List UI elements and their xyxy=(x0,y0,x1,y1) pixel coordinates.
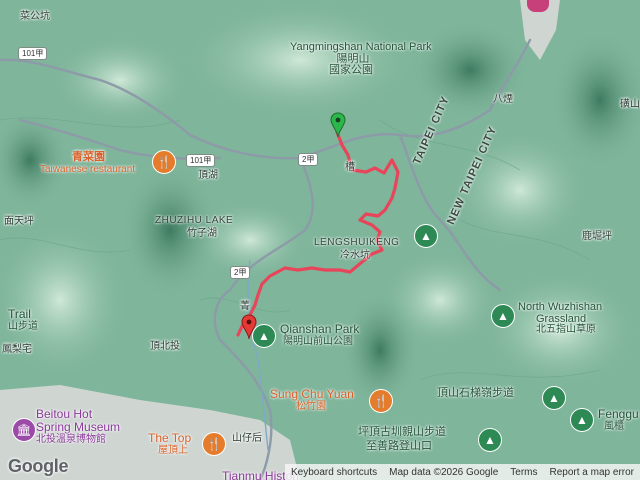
label-beitou-museum-en-2: Spring Museum xyxy=(36,420,121,434)
hiking-icon[interactable]: ▲ xyxy=(570,408,594,432)
label-pingding-trail-1[interactable]: 坪頂古圳親山步道 xyxy=(358,426,446,439)
terms-link[interactable]: Terms xyxy=(504,467,543,478)
label-cai: 菁 xyxy=(240,301,250,312)
google-logo[interactable]: Google xyxy=(8,456,69,477)
label-miantian: 面天坪 xyxy=(4,216,34,227)
label-fenglixin: 鳳梨宅 xyxy=(2,344,32,355)
label-dingshan-trail[interactable]: 頂山石梯嶺步道 xyxy=(437,387,514,400)
label-zhuzihu-en: ZHUZIHU LAKE xyxy=(155,215,234,226)
label-fenggu-zh: 風櫃 xyxy=(604,421,624,432)
label-sungchu-zh: 松竹園 xyxy=(296,401,326,412)
label-dingbeitou: 頂北投 xyxy=(150,341,180,352)
label-qianshan-park-zh: 陽明山前山公園 xyxy=(283,336,353,347)
attribution-bar: Keyboard shortcuts Map data ©2026 Google… xyxy=(284,464,640,480)
map-data-text: Map data ©2026 Google xyxy=(389,466,499,478)
ridge-shading xyxy=(50,35,190,125)
label-restaurant-zh[interactable]: 青菜園 xyxy=(72,151,105,164)
label-north-wuzhishan[interactable]: North Wuzhishan Grassland 北五指山草原 xyxy=(518,301,603,336)
hiking-icon[interactable]: ▲ xyxy=(491,304,515,328)
park-name-zh-2: 國家公園 xyxy=(329,64,373,77)
label-lengshuikeng-en: LENGSHUIKENG xyxy=(314,237,400,248)
label-cao: 槽 xyxy=(345,162,355,173)
map-canvas[interactable]: 菜公坑 101甲 101甲 2甲 2甲 Yangmingshan Nationa… xyxy=(0,0,640,480)
hiking-icon[interactable]: ▲ xyxy=(542,386,566,410)
label-beitou-museum-en-1[interactable]: Beitou Hot xyxy=(36,408,92,421)
start-flag-pin-icon[interactable] xyxy=(330,112,346,138)
label-top-left-village: 菜公坑 xyxy=(20,11,50,22)
road-shield-2a: 2甲 xyxy=(298,153,319,166)
label-lengshuikeng-zh: 冷水坑 xyxy=(340,250,370,261)
label-luku: 鹿堀坪 xyxy=(582,231,612,242)
road-shield-2a: 2甲 xyxy=(230,266,251,279)
label-trail-left-zh: 山步道 xyxy=(8,321,38,332)
label-shan-partial: 磺山 xyxy=(620,99,640,110)
museum-icon[interactable]: 🏛 xyxy=(12,418,36,442)
restaurant-icon[interactable]: 🍴 xyxy=(202,432,226,456)
label-zhuzihu-zh: 竹子湖 xyxy=(187,228,217,239)
label-shanzaihou: 山仔后 xyxy=(232,433,262,444)
hiking-icon[interactable]: ▲ xyxy=(478,428,502,452)
road-shield-101a: 101甲 xyxy=(18,47,48,60)
label-thetop-zh: 屋頂上 xyxy=(158,445,188,456)
label-restaurant-en: Taiwanese restaurant xyxy=(40,164,136,175)
label-thetop-en[interactable]: The Top xyxy=(148,432,191,445)
label-trail-left-en[interactable]: Trail xyxy=(8,308,31,321)
report-error-link[interactable]: Report a map error xyxy=(544,467,640,478)
restaurant-icon[interactable]: 🍴 xyxy=(369,389,393,413)
label-fenggu-en[interactable]: Fenggu xyxy=(598,408,639,421)
keyboard-shortcuts-link[interactable]: Keyboard shortcuts xyxy=(285,467,383,478)
hiking-icon[interactable]: ▲ xyxy=(414,224,438,248)
place-marker-badge[interactable] xyxy=(527,0,549,12)
restaurant-icon[interactable]: 🍴 xyxy=(152,150,176,174)
label-yangmingshan-park[interactable]: Yangmingshan National Park 陽明山 國家公園 xyxy=(290,41,432,77)
label-bayan: 八煙 xyxy=(493,94,513,105)
north-wuzhishan-zh: 北五指山草原 xyxy=(536,324,596,336)
label-beitou-museum-zh: 北投溫泉博物館 xyxy=(36,434,106,445)
label-dinghu: 頂湖 xyxy=(198,170,218,181)
road-shield-101a: 101甲 xyxy=(186,154,216,167)
label-qianshan-park-en[interactable]: Qianshan Park xyxy=(280,323,359,336)
north-wuzhishan-en-1: North Wuzhishan xyxy=(518,301,603,313)
end-location-pin-icon[interactable] xyxy=(241,314,257,340)
park-name-en: Yangmingshan National Park xyxy=(290,41,432,53)
label-pingding-trail-2: 至善路登山口 xyxy=(366,440,432,452)
label-sungchu-en[interactable]: Sung Chu Yuan xyxy=(270,388,354,401)
